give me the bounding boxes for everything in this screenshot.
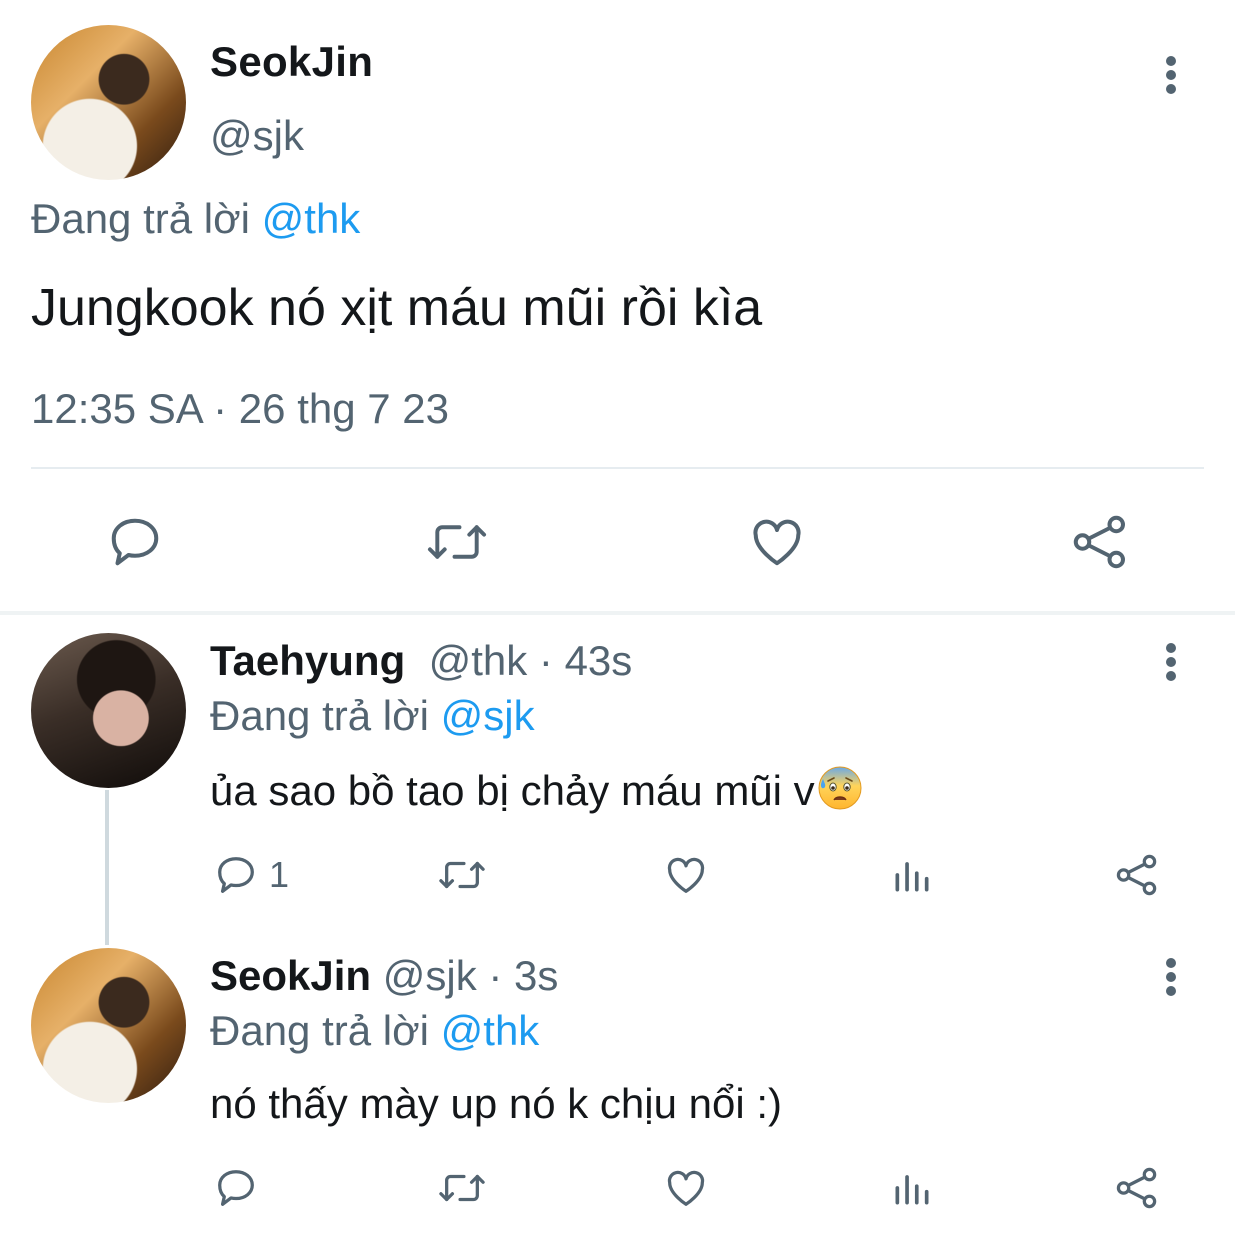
more-options-icon[interactable]: [1160, 642, 1182, 682]
divider: [31, 467, 1204, 469]
thread-line: [105, 790, 109, 945]
reply-avatar-seokjin[interactable]: [31, 948, 186, 1103]
reply-author-name[interactable]: Taehyung: [210, 637, 405, 684]
reply-header: SeokJin @sjk · 3s: [210, 952, 558, 1000]
replying-prefix: Đang trả lời: [210, 692, 429, 739]
analytics-icon[interactable]: [890, 852, 934, 898]
share-icon[interactable]: [1114, 852, 1160, 898]
more-options-icon[interactable]: [1160, 957, 1182, 997]
share-icon[interactable]: [1114, 1165, 1160, 1211]
author-name[interactable]: SeokJin: [210, 38, 373, 86]
reply-count: 1: [269, 854, 290, 895]
reply-avatar-taehyung[interactable]: [31, 633, 186, 788]
replying-to-link[interactable]: @thk: [441, 1007, 540, 1054]
retweet-icon[interactable]: [437, 1165, 487, 1211]
tweet-text: Jungkook nó xịt máu mũi rồi kìa: [31, 279, 763, 337]
reply-author-name[interactable]: SeokJin: [210, 952, 371, 999]
reply-author-handle[interactable]: @sjk: [383, 952, 477, 999]
author-handle[interactable]: @sjk: [210, 112, 304, 160]
more-options-icon[interactable]: [1160, 55, 1182, 95]
author-avatar[interactable]: [31, 25, 186, 180]
reply-action[interactable]: 1: [213, 852, 289, 898]
reply-text-line: ủa sao bồ tao bị chảy máu mũi v: [210, 765, 863, 815]
tweet-timestamp[interactable]: 12:35 SA · 26 thg 7 23: [31, 385, 449, 433]
replying-to-link[interactable]: @sjk: [441, 692, 535, 739]
replying-to: Đang trả lời @thk: [210, 1007, 539, 1055]
retweet-icon[interactable]: [437, 852, 487, 898]
reply-author-handle[interactable]: @thk: [429, 637, 528, 684]
reply-text: nó thấy mày up nó k chịu nổi :): [210, 1080, 782, 1127]
replying-to: Đang trả lời @thk: [31, 195, 360, 243]
like-icon[interactable]: [663, 1165, 709, 1211]
reply-icon[interactable]: [213, 1165, 259, 1211]
section-divider: [0, 611, 1235, 615]
reply-time[interactable]: · 43s: [539, 637, 632, 684]
like-icon[interactable]: [663, 852, 709, 898]
replying-to-link[interactable]: @thk: [262, 195, 361, 242]
replying-prefix: Đang trả lời: [31, 195, 250, 242]
reply-icon[interactable]: [105, 512, 165, 572]
reply-time[interactable]: · 3s: [488, 952, 558, 999]
reply-icon[interactable]: [213, 852, 259, 898]
anxious-face-with-sweat-icon: [817, 765, 863, 811]
reply-text: ủa sao bồ tao bị chảy máu mũi v: [210, 767, 815, 814]
share-icon[interactable]: [1070, 512, 1130, 572]
reply-header: Taehyung @thk · 43s: [210, 637, 632, 685]
retweet-icon[interactable]: [425, 512, 489, 572]
like-icon[interactable]: [747, 512, 807, 572]
analytics-icon[interactable]: [890, 1165, 934, 1211]
replying-prefix: Đang trả lời: [210, 1007, 429, 1054]
replying-to: Đang trả lời @sjk: [210, 692, 535, 740]
